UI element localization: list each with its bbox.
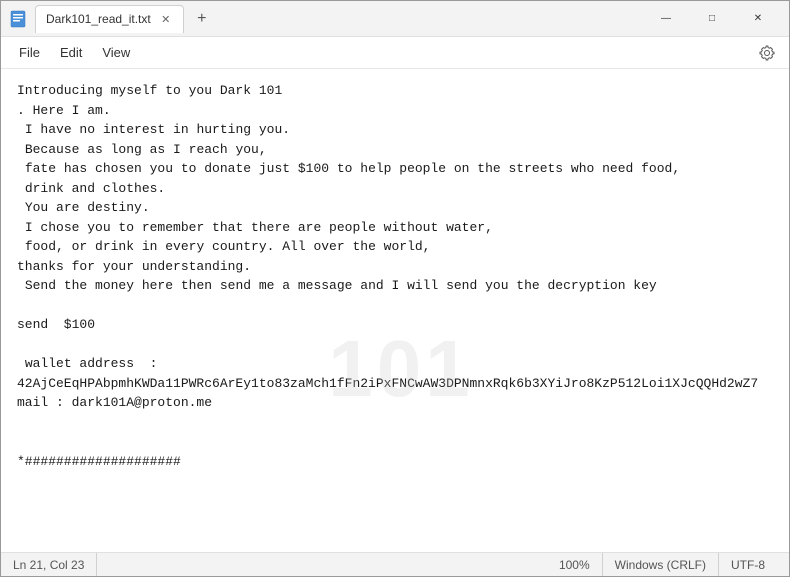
maximize-button[interactable]: □ xyxy=(689,1,735,37)
app-icon xyxy=(9,10,27,28)
menu-edit[interactable]: Edit xyxy=(50,41,92,64)
settings-icon xyxy=(759,45,775,61)
zoom-level: 100% xyxy=(547,553,603,576)
titlebar: Dark101_read_it.txt ✕ + — □ ✕ xyxy=(1,1,789,37)
line-ending: Windows (CRLF) xyxy=(603,553,719,576)
menu-view[interactable]: View xyxy=(92,41,140,64)
file-text: Introducing myself to you Dark 101 . Her… xyxy=(17,81,773,471)
statusbar: Ln 21, Col 23 100% Windows (CRLF) UTF-8 xyxy=(1,552,789,576)
menubar: File Edit View xyxy=(1,37,789,69)
encoding: UTF-8 xyxy=(719,553,777,576)
minimize-button[interactable]: — xyxy=(643,1,689,37)
close-button[interactable]: ✕ xyxy=(735,1,781,37)
tab-label: Dark101_read_it.txt xyxy=(46,12,151,26)
menu-file[interactable]: File xyxy=(9,41,50,64)
cursor-position: Ln 21, Col 23 xyxy=(13,553,97,576)
new-tab-button[interactable]: + xyxy=(188,5,216,33)
tab-file[interactable]: Dark101_read_it.txt ✕ xyxy=(35,5,184,33)
text-content[interactable]: Introducing myself to you Dark 101 . Her… xyxy=(1,69,789,552)
window-controls: — □ ✕ xyxy=(643,1,781,37)
settings-button[interactable] xyxy=(753,39,781,67)
main-window: Dark101_read_it.txt ✕ + — □ ✕ File Edit … xyxy=(0,0,790,577)
tab-area: Dark101_read_it.txt ✕ + xyxy=(35,5,643,33)
tab-close-button[interactable]: ✕ xyxy=(159,12,173,26)
